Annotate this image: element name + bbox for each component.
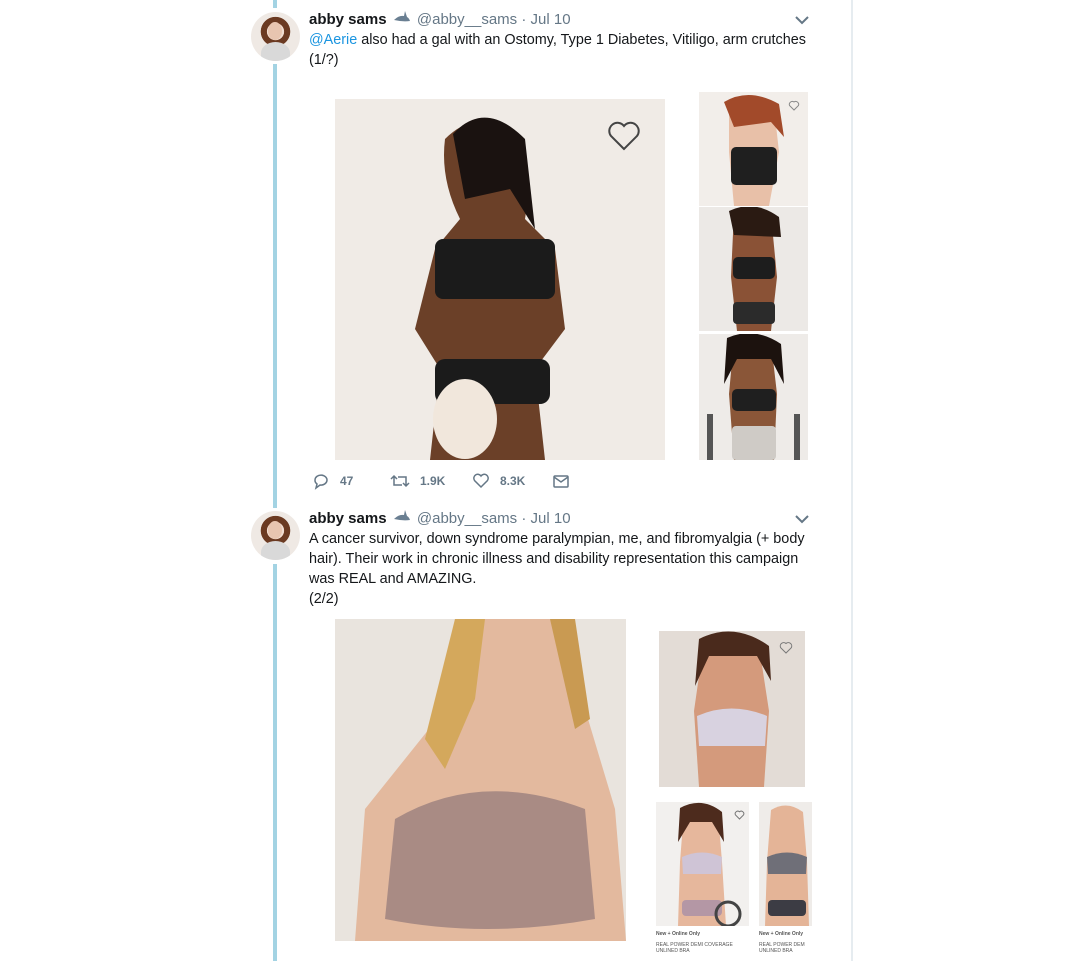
product-label: New + Online Only bbox=[759, 931, 804, 937]
tweet-text-line: (2/2) bbox=[309, 591, 339, 607]
user-handle[interactable]: @abby__sams bbox=[417, 510, 517, 527]
media-image-thumb-1[interactable] bbox=[699, 92, 808, 206]
envelope-icon bbox=[553, 475, 569, 488]
media-image-thumb-2[interactable] bbox=[656, 802, 749, 926]
retweet-count: 1.9K bbox=[420, 474, 446, 488]
user-handle[interactable]: @abby__sams bbox=[417, 11, 517, 28]
tweet-text: A cancer survivor, down syndrome paralym… bbox=[309, 529, 809, 609]
tweet-header: abby sams @abby__sams · Jul 10 bbox=[309, 509, 571, 531]
like-count: 8.3K bbox=[500, 474, 526, 488]
separator-dot: · bbox=[521, 11, 527, 28]
thread-line-top bbox=[273, 0, 277, 8]
product-caption-left: New + Online Only REAL POWER DEMI COVERA… bbox=[656, 931, 756, 954]
avatar[interactable] bbox=[251, 511, 300, 560]
tweet-header: abby sams @abby__sams · Jul 10 bbox=[309, 10, 571, 32]
heart-icon bbox=[734, 807, 745, 825]
thread-line-tweet-1 bbox=[273, 64, 277, 508]
product-caption-right: New + Online Only REAL POWER DEM UNLINED… bbox=[759, 931, 813, 954]
timeline-right-border bbox=[851, 0, 853, 961]
media-image-thumb-2[interactable] bbox=[699, 207, 808, 331]
chevron-down-icon[interactable] bbox=[794, 511, 810, 527]
reply-icon bbox=[314, 474, 328, 490]
tweet-date[interactable]: Jul 10 bbox=[531, 510, 571, 527]
retweet-button[interactable]: 1.9K bbox=[390, 471, 445, 491]
product-label: New + Online Only bbox=[656, 931, 701, 937]
media-image-thumb-3[interactable] bbox=[759, 802, 812, 926]
shark-emoji-icon bbox=[393, 509, 411, 526]
chevron-down-icon[interactable] bbox=[794, 12, 810, 28]
heart-icon bbox=[473, 473, 489, 489]
tweet-text: @Aerie also had a gal with an Ostomy, Ty… bbox=[309, 30, 809, 70]
thread-line-tweet-2 bbox=[273, 564, 277, 961]
heart-icon bbox=[779, 641, 793, 659]
media-image-main[interactable] bbox=[335, 99, 665, 460]
heart-icon bbox=[607, 121, 641, 156]
display-name[interactable]: abby sams bbox=[309, 510, 387, 527]
product-name-2: UNLINED BRA bbox=[656, 948, 690, 954]
media-image-thumb-3[interactable] bbox=[699, 334, 808, 460]
tweet-date[interactable]: Jul 10 bbox=[531, 11, 571, 28]
direct-message-button[interactable] bbox=[552, 471, 580, 491]
display-name[interactable]: abby sams bbox=[309, 11, 387, 28]
reply-button[interactable]: 47 bbox=[312, 471, 353, 491]
heart-icon bbox=[788, 98, 800, 116]
retweet-icon bbox=[390, 474, 410, 488]
reply-count: 47 bbox=[340, 474, 354, 488]
tweet-text-line: hair). Their work in chronic illness and… bbox=[309, 551, 799, 567]
separator-dot: · bbox=[521, 510, 527, 527]
tweet-text-line2: (1/?) bbox=[309, 52, 339, 68]
shark-emoji-icon bbox=[393, 10, 411, 27]
avatar[interactable] bbox=[251, 12, 300, 61]
like-button[interactable]: 8.3K bbox=[472, 471, 525, 491]
mention-link[interactable]: @Aerie bbox=[309, 32, 357, 48]
tweet-text-line: was REAL and AMAZING. bbox=[309, 571, 477, 587]
product-name-2: UNLINED BRA bbox=[759, 948, 793, 954]
tweet-text-body: also had a gal with an Ostomy, Type 1 Di… bbox=[357, 32, 806, 48]
media-image-thumb-1[interactable] bbox=[659, 631, 805, 787]
tweet-text-line: A cancer survivor, down syndrome paralym… bbox=[309, 531, 805, 547]
media-image-main[interactable] bbox=[335, 619, 626, 941]
